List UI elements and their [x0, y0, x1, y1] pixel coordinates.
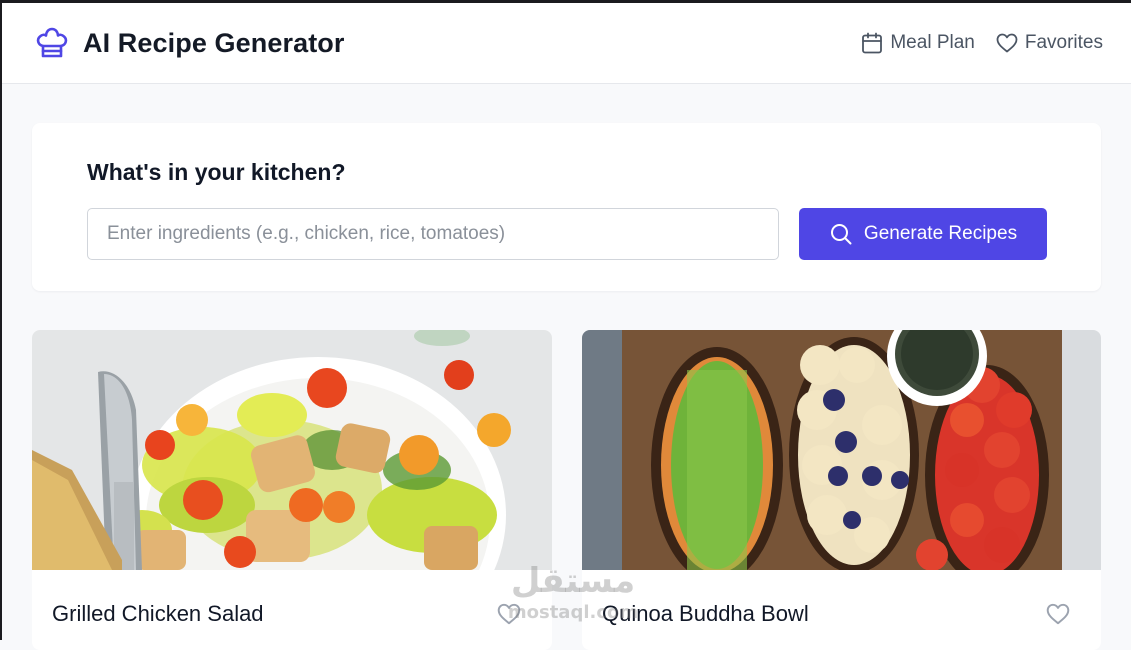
recipe-card[interactable]: Grilled Chicken Salad [32, 330, 552, 650]
heart-outline-icon[interactable] [496, 601, 522, 627]
toast-photo-illustration [582, 330, 1101, 570]
salad-photo-illustration [32, 330, 552, 570]
chef-hat-icon [36, 27, 68, 58]
recipe-image-quinoa-buddha-bowl [582, 330, 1101, 570]
generate-recipes-label: Generate Recipes [863, 223, 1018, 244]
nav-favorites-label: Favorites [1024, 32, 1103, 53]
recipe-image-grilled-chicken-salad [32, 330, 552, 570]
brand[interactable]: AI Recipe Generator [34, 25, 345, 61]
ingredient-search-card: What's in your kitchen? Generate Recipes [32, 123, 1101, 291]
recipe-card[interactable]: Quinoa Buddha Bowl [582, 330, 1101, 650]
app-title: AI Recipe Generator [83, 27, 345, 58]
generate-recipes-button[interactable]: Generate Recipes [799, 208, 1047, 260]
recipe-name: Grilled Chicken Salad [52, 601, 264, 626]
top-nav: Meal Plan Favorites [860, 31, 1103, 55]
ingredients-input[interactable] [87, 208, 779, 260]
app-header: AI Recipe Generator Meal Plan Favorites [2, 3, 1131, 84]
calendar-icon [862, 32, 883, 54]
nav-meal-plan[interactable]: Meal Plan [860, 31, 975, 55]
heart-outline-icon[interactable] [1045, 601, 1071, 627]
search-heading: What's in your kitchen? [87, 159, 346, 185]
nav-favorites[interactable]: Favorites [995, 31, 1103, 55]
nav-meal-plan-label: Meal Plan [890, 32, 975, 53]
window-left-border [0, 0, 2, 640]
heart-icon [996, 33, 1018, 53]
search-icon [830, 224, 852, 245]
recipe-name: Quinoa Buddha Bowl [602, 601, 809, 626]
